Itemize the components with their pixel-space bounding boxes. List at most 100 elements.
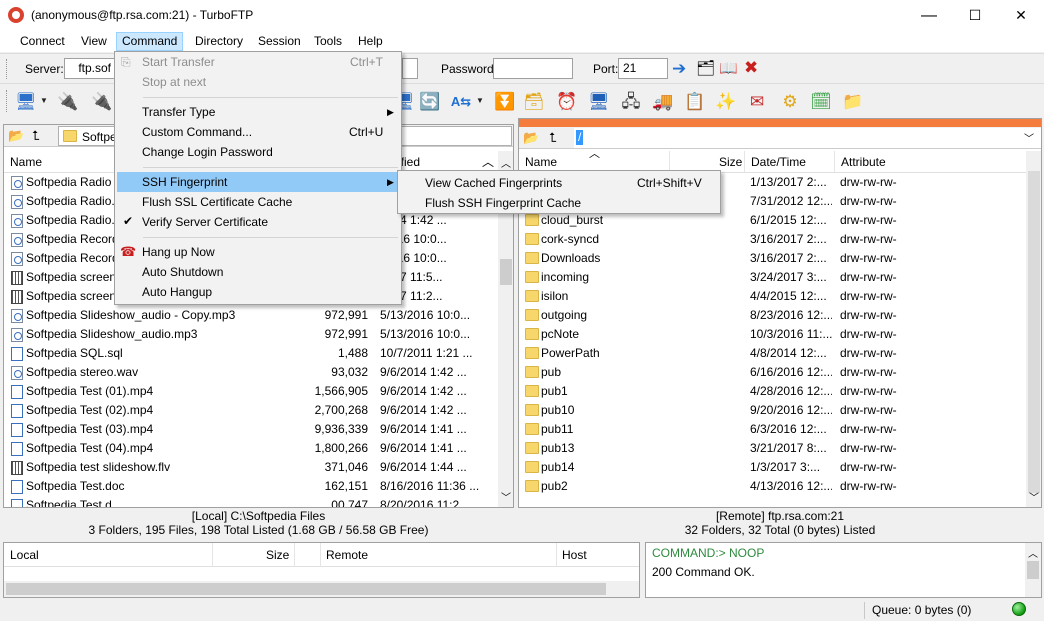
scheduler-clock-icon[interactable]: ⏰ — [555, 89, 579, 113]
menu-item-start-transfer[interactable]: ⎘ Start Transfer Ctrl+T — [117, 52, 399, 72]
table-row[interactable]: Softpedia Test (03).mp4 9,936,339 9/6/2014… — [4, 420, 499, 439]
menu-item-verify-server-certificate[interactable]: ✔ Verify Server Certificate — [117, 212, 399, 232]
reconnect-plug-icon[interactable]: 🔌 — [90, 89, 114, 113]
sync-icon[interactable]: 🔄 — [418, 89, 442, 113]
mail-alert-icon[interactable]: ✉ — [745, 89, 769, 113]
table-row[interactable]: PowerPath 4/8/2014 12:... drw-rw-rw- — [519, 344, 1027, 363]
table-row[interactable]: Softpedia test slideshow.flv 371,046 9/6/2… — [4, 458, 499, 477]
remote-vertical-scrollbar[interactable]: ﹀ — [1026, 151, 1041, 507]
folders-icon[interactable]: 🗃 — [522, 89, 546, 113]
menu-connect[interactable]: Connect — [14, 32, 71, 51]
filter-icon[interactable]: ⏬ — [493, 89, 517, 113]
transfer-mode-dropdown-icon[interactable]: ▼ — [476, 90, 484, 112]
turboftp-app-icon[interactable] — [8, 7, 24, 23]
server-input[interactable]: ftp.sof — [64, 58, 116, 79]
remote-up-folder-icon[interactable]: ⮤ — [549, 130, 567, 146]
menu-item-hang-up-now[interactable]: ☎ Hang up Now — [117, 242, 399, 262]
settings-gear-icon[interactable]: ⚙ — [778, 89, 802, 113]
col-local[interactable]: Local — [10, 548, 39, 562]
disconnect-plug-icon[interactable]: 🔌 — [56, 89, 80, 113]
tasks-icon[interactable]: 🗓 — [809, 89, 833, 113]
connect-icon[interactable]: 🖥 — [14, 89, 38, 113]
table-row[interactable]: pcNote 10/3/2016 11:... drw-rw-rw- — [519, 325, 1027, 344]
toolbar-grip[interactable] — [6, 90, 9, 112]
table-row[interactable]: Softpedia stereo.wav 93,032 9/6/2014 1:42 … — [4, 363, 499, 382]
table-row[interactable]: incoming 3/24/2017 3:... drw-rw-rw- — [519, 268, 1027, 287]
wizard-wand-icon[interactable]: ✨ — [714, 89, 738, 113]
scroll-down-icon[interactable]: ﹀ — [1029, 489, 1039, 504]
menu-item-auto-shutdown[interactable]: Auto Shutdown — [117, 262, 399, 282]
scroll-down-icon[interactable]: ﹀ — [501, 489, 511, 504]
table-row[interactable]: pub10 9/20/2016 12:... drw-rw-rw- — [519, 401, 1027, 420]
menu-view[interactable]: View — [75, 32, 113, 51]
table-row[interactable]: pub1 4/28/2016 12:... drw-rw-rw- — [519, 382, 1027, 401]
port-input[interactable]: 21 — [618, 58, 668, 79]
menu-item-change-login-password[interactable]: Change Login Password — [117, 142, 399, 162]
col-size[interactable]: Size — [719, 155, 742, 169]
site-manager-icon[interactable]: 🗂 — [696, 59, 716, 79]
table-row[interactable]: isilon 4/4/2015 12:... drw-rw-rw- — [519, 287, 1027, 306]
local-drive-icon[interactable]: 📂 — [8, 128, 26, 144]
menu-command[interactable]: Command — [116, 32, 184, 51]
scroll-up-icon[interactable]: ︿ — [1028, 545, 1038, 560]
menu-session[interactable]: Session — [252, 32, 307, 51]
local-up-folder-icon[interactable]: ⮤ — [32, 128, 50, 144]
menu-directory[interactable]: Directory — [189, 32, 249, 51]
table-row[interactable]: Softpedia Test (04).mp4 1,800,266 9/6/2014… — [4, 439, 499, 458]
scroll-thumb[interactable] — [500, 259, 512, 285]
minimize-button[interactable]: — — [906, 0, 952, 31]
monitor-icon[interactable]: 🖥 — [587, 89, 611, 113]
col-name[interactable]: Name — [525, 155, 557, 169]
table-row[interactable]: pub13 3/21/2017 8:... drw-rw-rw- — [519, 439, 1027, 458]
queue-icon[interactable]: 🚚 — [651, 89, 675, 113]
close-button[interactable]: ✕ — [998, 0, 1044, 31]
table-row[interactable]: Softpedia Test.doc 162,151 8/16/2016 11:36… — [4, 477, 499, 496]
maximize-button[interactable]: ☐ — [952, 0, 998, 31]
scroll-thumb[interactable] — [6, 583, 606, 595]
address-book-icon[interactable]: 📖 — [719, 59, 739, 79]
table-row[interactable]: outgoing 8/23/2016 12:... drw-rw-rw- — [519, 306, 1027, 325]
table-row[interactable]: Downloads 3/16/2017 2:... drw-rw-rw- — [519, 249, 1027, 268]
table-row[interactable]: cork-syncd 3/16/2017 2:... drw-rw-rw- — [519, 230, 1027, 249]
table-row[interactable]: pub2 4/13/2016 12:... drw-rw-rw- — [519, 477, 1027, 496]
menu-item-flush-ssh-cache[interactable]: Flush SSH Fingerprint Cache — [400, 193, 718, 213]
menu-item-custom-command[interactable]: Custom Command... Ctrl+U — [117, 122, 399, 142]
table-row[interactable]: Softpedia Test.d... 00,747 8/20/2016 11:2.… — [4, 496, 499, 507]
checklist-icon[interactable]: 📋 — [683, 89, 707, 113]
queue-horizontal-scrollbar[interactable] — [4, 581, 639, 597]
new-folder-star-icon[interactable]: 📁 — [841, 89, 865, 113]
path-dropdown-icon[interactable]: ﹀ — [1024, 130, 1034, 145]
table-row[interactable]: pub14 1/3/2017 3:... drw-rw-rw- — [519, 458, 1027, 477]
scroll-thumb[interactable] — [1028, 171, 1040, 493]
menu-tools[interactable]: Tools — [308, 32, 348, 51]
table-row[interactable]: Softpedia Test (02).mp4 2,700,268 9/6/2014… — [4, 401, 499, 420]
table-row[interactable]: pub11 6/3/2016 12:... drw-rw-rw- — [519, 420, 1027, 439]
col-name[interactable]: Name — [10, 155, 42, 169]
menu-help[interactable]: Help — [352, 32, 389, 51]
table-row[interactable]: Softpedia Slideshow_audio.mp3 972,991 5/13… — [4, 325, 499, 344]
table-row[interactable]: Softpedia SQL.sql 1,488 10/7/2011 1:21 ... — [4, 344, 499, 363]
connect-dropdown-icon[interactable]: ▼ — [40, 90, 48, 112]
menu-item-stop-at-next[interactable]: Stop at next — [117, 72, 399, 92]
transfer-mode-icon[interactable]: A⇆ — [449, 89, 473, 113]
menu-item-auto-hangup[interactable]: Auto Hangup — [117, 282, 399, 302]
scroll-up-icon[interactable]: ︿ — [501, 155, 511, 170]
network-icon[interactable]: 🖧 — [619, 89, 643, 113]
col-remote[interactable]: Remote — [326, 548, 368, 562]
password-input[interactable] — [493, 58, 573, 79]
username-input-edge[interactable] — [402, 58, 418, 79]
quick-connect-arrow-icon[interactable]: ➔ — [672, 59, 692, 79]
remote-path-combo[interactable]: / ﹀ — [574, 128, 1041, 148]
clear-x-icon[interactable]: ✖ — [744, 58, 764, 78]
col-host[interactable]: Host — [562, 548, 587, 562]
menu-item-ssh-fingerprint[interactable]: SSH Fingerprint ▶ — [117, 172, 399, 192]
menu-item-flush-ssl-cache[interactable]: Flush SSL Certificate Cache — [117, 192, 399, 212]
col-size[interactable]: Size — [266, 548, 289, 562]
scroll-thumb[interactable] — [1027, 561, 1039, 579]
remote-drive-icon[interactable]: 📂 — [523, 130, 541, 146]
log-vertical-scrollbar[interactable]: ︿ — [1025, 543, 1041, 597]
toolbar-grip[interactable] — [6, 59, 9, 79]
col-attribute[interactable]: Attribute — [841, 155, 886, 169]
table-row[interactable]: pub 6/16/2016 12:... drw-rw-rw- — [519, 363, 1027, 382]
menu-item-transfer-type[interactable]: Transfer Type ▶ — [117, 102, 399, 122]
